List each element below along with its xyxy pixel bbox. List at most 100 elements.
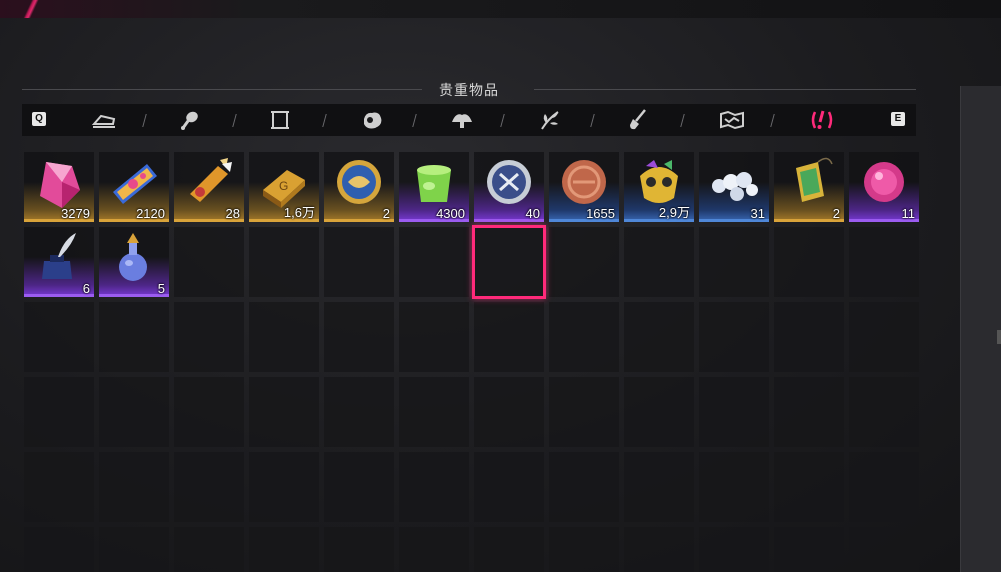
tab-maps[interactable] bbox=[712, 108, 752, 132]
empty-slot[interactable] bbox=[324, 527, 394, 572]
empty-slot[interactable] bbox=[774, 302, 844, 372]
empty-slot[interactable] bbox=[174, 302, 244, 372]
item-slot[interactable]: 6 bbox=[24, 227, 94, 297]
empty-slot[interactable] bbox=[549, 302, 619, 372]
top-bar bbox=[0, 0, 1001, 18]
empty-slot[interactable] bbox=[849, 452, 919, 522]
empty-slot[interactable] bbox=[549, 227, 619, 297]
tab-tools[interactable] bbox=[618, 108, 658, 132]
item-slot[interactable]: G 1,6万 bbox=[249, 152, 319, 222]
empty-slot[interactable] bbox=[699, 452, 769, 522]
tab-valuables[interactable] bbox=[802, 108, 842, 132]
empty-slot[interactable] bbox=[174, 452, 244, 522]
empty-slot[interactable] bbox=[624, 227, 694, 297]
empty-slot[interactable] bbox=[624, 527, 694, 572]
accent-slash bbox=[14, 0, 50, 18]
empty-slot[interactable] bbox=[174, 227, 244, 297]
empty-slot[interactable] bbox=[474, 302, 544, 372]
empty-slot[interactable] bbox=[249, 227, 319, 297]
tab-scrolls[interactable] bbox=[260, 108, 300, 132]
panel-handle[interactable] bbox=[997, 330, 1001, 344]
side-panel-edge bbox=[960, 86, 1001, 572]
prev-tab-key[interactable]: Q bbox=[32, 112, 46, 126]
empty-slot[interactable] bbox=[324, 377, 394, 447]
item-slot[interactable]: 31 bbox=[699, 152, 769, 222]
item-slot[interactable]: 40 bbox=[474, 152, 544, 222]
empty-slot[interactable] bbox=[474, 527, 544, 572]
tab-materials[interactable] bbox=[352, 108, 392, 132]
tab-plants[interactable] bbox=[530, 108, 570, 132]
empty-slot[interactable] bbox=[24, 377, 94, 447]
empty-slot[interactable] bbox=[249, 377, 319, 447]
parade-ticket-icon bbox=[113, 164, 157, 204]
item-slot[interactable]: 11 bbox=[849, 152, 919, 222]
empty-slot[interactable] bbox=[399, 452, 469, 522]
silver-emblem-coin-icon bbox=[487, 160, 531, 204]
item-slot[interactable]: 3279 bbox=[24, 152, 94, 222]
category-tab-bar: Q E bbox=[22, 104, 916, 136]
empty-slot[interactable] bbox=[399, 227, 469, 297]
item-slot[interactable]: 4300 bbox=[399, 152, 469, 222]
empty-slot[interactable] bbox=[849, 302, 919, 372]
empty-slot[interactable] bbox=[774, 452, 844, 522]
empty-slot[interactable] bbox=[699, 227, 769, 297]
empty-slot[interactable] bbox=[549, 527, 619, 572]
leaf-icon bbox=[541, 111, 559, 130]
empty-slot[interactable] bbox=[474, 377, 544, 447]
item-slot[interactable]: 2 bbox=[324, 152, 394, 222]
item-quantity: 6 bbox=[82, 281, 90, 296]
tab-separator bbox=[590, 114, 595, 127]
empty-slot[interactable] bbox=[324, 302, 394, 372]
ore-icon bbox=[364, 112, 382, 129]
pink-crystal-icon bbox=[40, 162, 80, 208]
empty-slot[interactable] bbox=[24, 452, 94, 522]
empty-slot[interactable] bbox=[249, 527, 319, 572]
item-quantity: 40 bbox=[525, 206, 540, 221]
empty-slot[interactable] bbox=[549, 452, 619, 522]
selection-cursor bbox=[472, 225, 546, 299]
empty-slot[interactable] bbox=[249, 452, 319, 522]
empty-slot[interactable] bbox=[24, 302, 94, 372]
empty-slot[interactable] bbox=[774, 527, 844, 572]
empty-slot[interactable] bbox=[549, 377, 619, 447]
item-quantity: 4300 bbox=[436, 206, 465, 221]
empty-slot[interactable] bbox=[324, 452, 394, 522]
empty-slot[interactable] bbox=[399, 377, 469, 447]
empty-slot[interactable] bbox=[849, 527, 919, 572]
empty-slot[interactable] bbox=[474, 452, 544, 522]
item-slot[interactable]: 5 bbox=[99, 227, 169, 297]
empty-slot[interactable] bbox=[99, 377, 169, 447]
empty-slot[interactable] bbox=[99, 527, 169, 572]
tab-consumables[interactable] bbox=[84, 108, 124, 132]
shovel-icon bbox=[630, 109, 646, 130]
empty-slot[interactable] bbox=[849, 227, 919, 297]
empty-slot[interactable] bbox=[249, 302, 319, 372]
empty-slot[interactable] bbox=[624, 452, 694, 522]
empty-slot[interactable] bbox=[699, 377, 769, 447]
empty-slot[interactable] bbox=[624, 377, 694, 447]
empty-slot[interactable] bbox=[774, 227, 844, 297]
item-slot[interactable]: 2120 bbox=[99, 152, 169, 222]
item-slot[interactable]: 2,9万 bbox=[624, 152, 694, 222]
empty-slot[interactable] bbox=[699, 302, 769, 372]
empty-slot[interactable] bbox=[399, 527, 469, 572]
empty-slot[interactable] bbox=[399, 302, 469, 372]
empty-slot[interactable] bbox=[174, 527, 244, 572]
item-quantity: 1,6万 bbox=[283, 205, 315, 220]
tab-gatherables[interactable] bbox=[442, 108, 482, 132]
item-slot[interactable]: 1655 bbox=[549, 152, 619, 222]
empty-slot[interactable] bbox=[24, 527, 94, 572]
tab-ingredients[interactable] bbox=[170, 108, 210, 132]
empty-slot[interactable] bbox=[624, 302, 694, 372]
empty-slot[interactable] bbox=[324, 227, 394, 297]
empty-slot[interactable] bbox=[849, 377, 919, 447]
empty-slot[interactable] bbox=[99, 302, 169, 372]
empty-slot[interactable] bbox=[774, 377, 844, 447]
item-quantity: 11 bbox=[901, 206, 916, 221]
next-tab-key[interactable]: E bbox=[891, 112, 905, 126]
empty-slot[interactable] bbox=[699, 527, 769, 572]
empty-slot[interactable] bbox=[99, 452, 169, 522]
empty-slot[interactable] bbox=[174, 377, 244, 447]
item-slot[interactable]: 2 bbox=[774, 152, 844, 222]
item-slot[interactable]: 28 bbox=[174, 152, 244, 222]
